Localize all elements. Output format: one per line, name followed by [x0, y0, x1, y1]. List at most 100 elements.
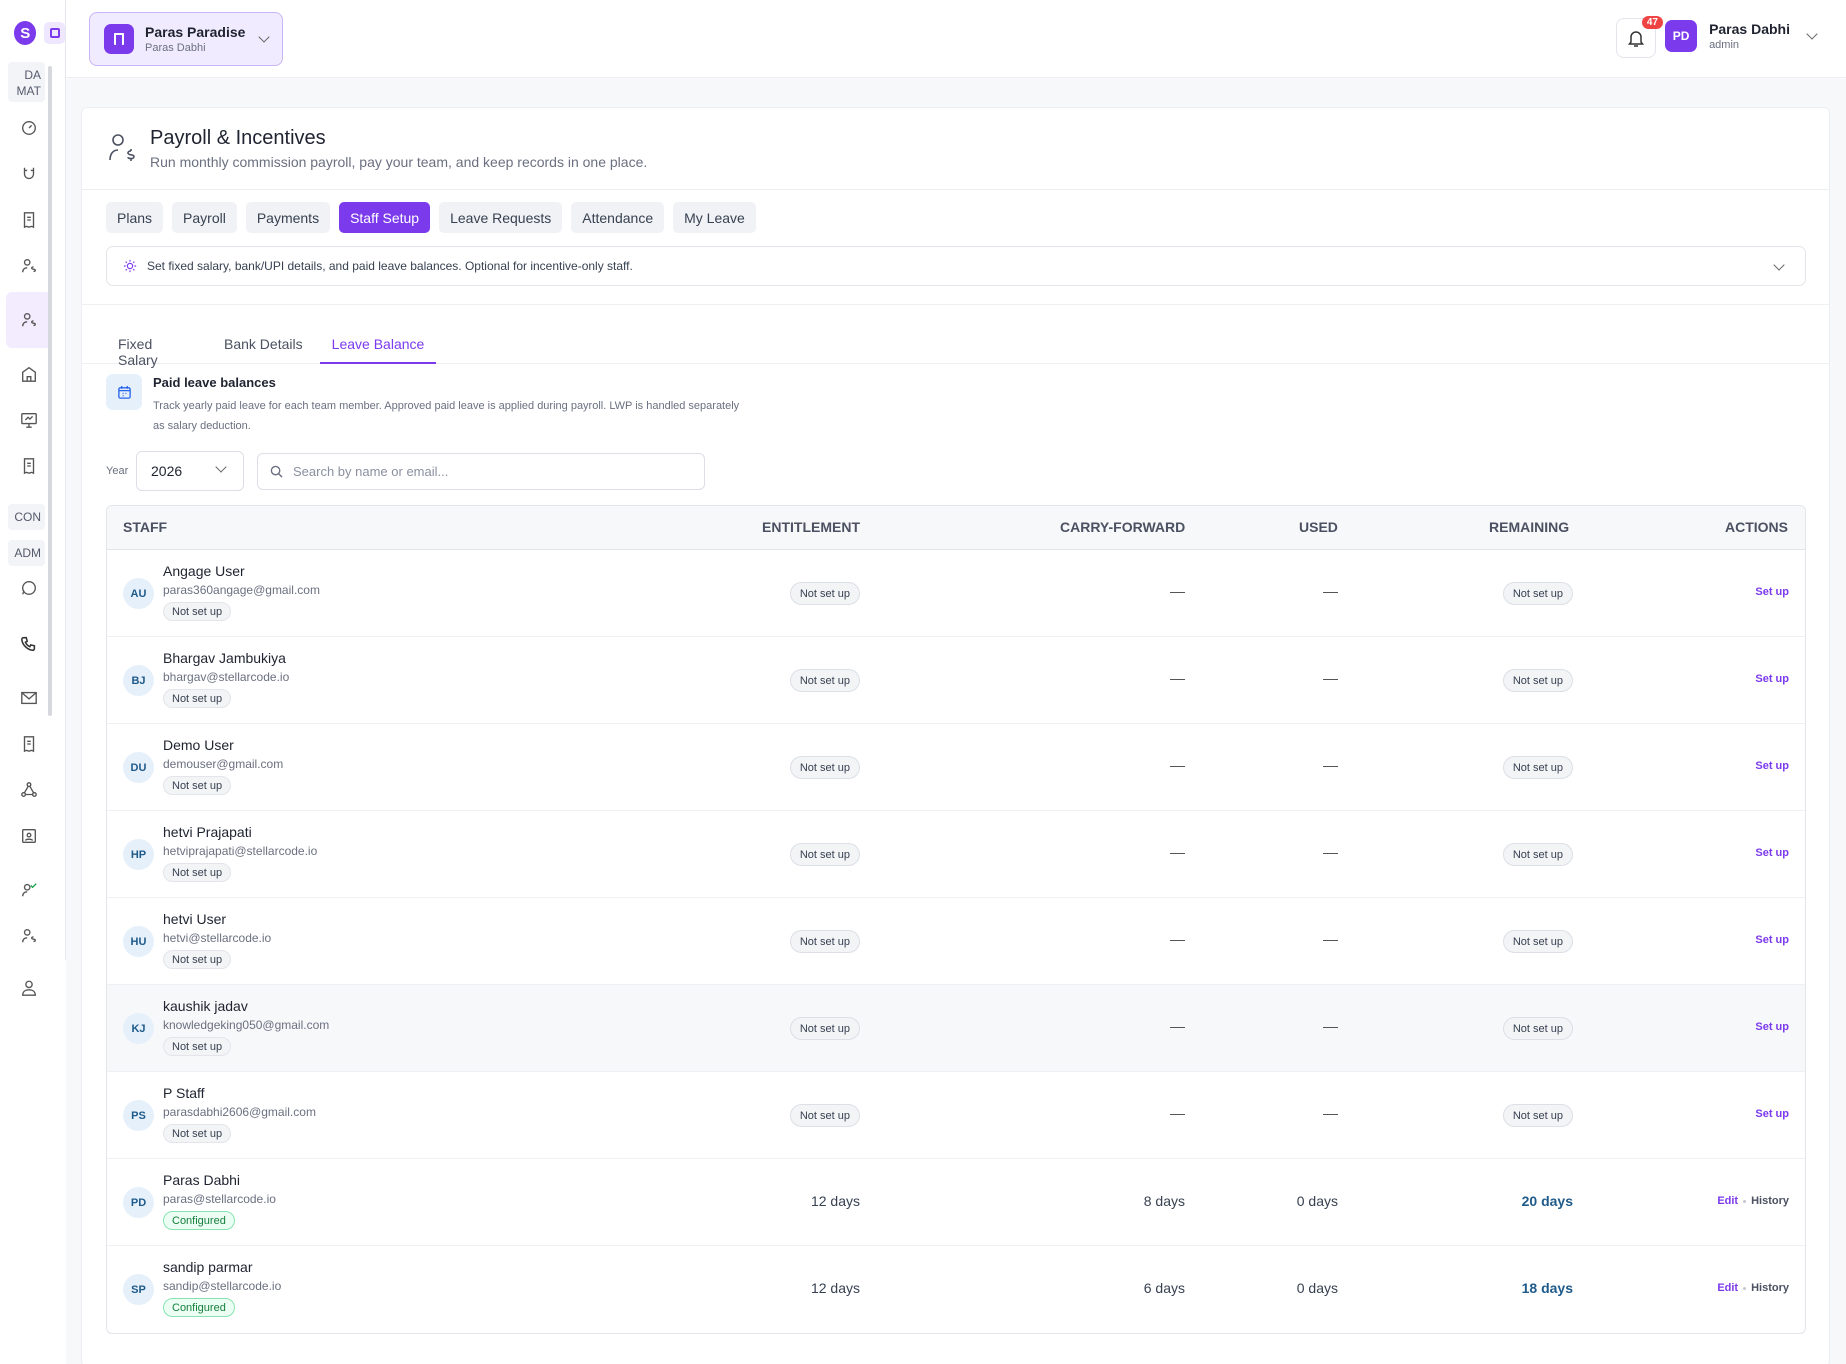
receipt-icon[interactable]	[6, 200, 52, 240]
staff-setup-hint[interactable]: Set fixed salary, bank/UPI details, and …	[106, 246, 1806, 286]
used-dash	[1323, 1027, 1338, 1028]
used-dash	[1323, 940, 1338, 941]
staff-email: knowledgeking050@gmail.com	[163, 1018, 330, 1032]
user-dollar-icon[interactable]	[6, 916, 52, 956]
year-select[interactable]: 2026	[136, 451, 244, 491]
tab-plans[interactable]: Plans	[106, 202, 164, 233]
magnet-icon[interactable]	[6, 154, 52, 194]
row-actions: Set up	[1755, 934, 1789, 946]
entitlement-pill: Not set up	[789, 843, 860, 866]
monitor-icon[interactable]	[6, 400, 52, 440]
user-check-icon[interactable]	[6, 870, 52, 910]
row-actions: Set up	[1755, 586, 1789, 598]
phone-icon[interactable]	[6, 624, 52, 664]
calendar-icon-box	[106, 374, 142, 410]
bell-icon	[1628, 31, 1644, 47]
header-used: USED	[1299, 519, 1338, 535]
subtab-leave-balance[interactable]: Leave Balance	[320, 326, 436, 364]
set-up-link[interactable]: Set up	[1755, 586, 1789, 598]
table-row: SP sandip parmar sandip@stellarcode.io Conf…	[107, 1246, 1805, 1333]
row-actions: Set up	[1755, 673, 1789, 685]
used-value: 0 days	[1296, 1193, 1338, 1209]
used-dash	[1323, 592, 1338, 593]
set-up-link[interactable]: Set up	[1755, 934, 1789, 946]
chevron-down-icon	[1806, 28, 1818, 40]
set-up-link[interactable]: Set up	[1755, 1021, 1789, 1033]
divider	[82, 304, 1829, 305]
status-badge: Configured	[163, 1211, 235, 1230]
dashboard-icon[interactable]	[6, 108, 52, 148]
header-actions: ACTIONS	[1725, 519, 1788, 535]
building-icon[interactable]	[6, 354, 52, 394]
staff-name: Angage User	[163, 563, 245, 579]
subtab-fixed-salary[interactable]: Fixed Salary	[118, 326, 194, 368]
set-up-link[interactable]: Set up	[1755, 673, 1789, 685]
profile-icon[interactable]	[6, 968, 52, 1008]
tab-leave-requests[interactable]: Leave Requests	[439, 202, 563, 233]
entitlement-pill: Not set up	[789, 582, 860, 605]
history-link[interactable]: History	[1751, 1282, 1789, 1294]
carry-forward-dash	[1170, 592, 1185, 593]
sidebar-collapse-button[interactable]	[44, 22, 65, 44]
workspace-owner: Paras Dabhi	[145, 42, 206, 54]
user-menu[interactable]: PD Paras Dabhi admin	[1665, 20, 1818, 52]
set-up-link[interactable]: Set up	[1755, 847, 1789, 859]
table-row: HU hetvi User hetvi@stellarcode.io Not set …	[107, 898, 1805, 985]
search-input[interactable]	[293, 464, 692, 479]
staff-name: sandip parmar	[163, 1259, 253, 1275]
whatsapp-icon[interactable]	[6, 568, 52, 608]
carry-forward-dash	[1170, 853, 1185, 854]
set-up-link[interactable]: Set up	[1755, 760, 1789, 772]
contacts-icon[interactable]	[6, 816, 52, 856]
used-value: 0 days	[1296, 1280, 1338, 1296]
chevron-down-icon	[258, 31, 270, 43]
staff-avatar: PS	[123, 1100, 154, 1131]
edit-link[interactable]: Edit	[1717, 1195, 1738, 1207]
row-actions: Set up	[1755, 1021, 1789, 1033]
status-badge: Configured	[163, 1298, 235, 1317]
history-link[interactable]: History	[1751, 1195, 1789, 1207]
staff-avatar: HU	[123, 926, 154, 957]
payroll-icon[interactable]	[6, 246, 52, 286]
carry-forward-value: 8 days	[1143, 1193, 1185, 1209]
tab-my-leave[interactable]: My Leave	[673, 202, 756, 233]
entitlement-value: 12 days	[810, 1193, 860, 1209]
document-icon[interactable]	[6, 446, 52, 486]
workspace-switcher[interactable]: Paras Paradise Paras Dabhi	[89, 12, 283, 66]
staff-avatar: SP	[123, 1274, 154, 1305]
header-carry-forward: CARRY-FORWARD	[1060, 519, 1186, 535]
calendar-icon	[117, 385, 131, 399]
staff-email: parasdabhi2606@gmail.com	[163, 1105, 316, 1119]
tab-attendance[interactable]: Attendance	[571, 202, 665, 233]
entitlement-pill: Not set up	[789, 756, 860, 779]
edit-link[interactable]: Edit	[1717, 1282, 1738, 1294]
entitlement-value: 12 days	[810, 1280, 860, 1296]
used-dash	[1323, 766, 1338, 767]
tab-payroll[interactable]: Payroll	[172, 202, 237, 233]
payroll-active-icon[interactable]	[6, 292, 52, 348]
mail-icon[interactable]	[6, 678, 52, 718]
status-badge: Not set up	[163, 1124, 232, 1143]
status-badge: Not set up	[163, 602, 232, 621]
set-up-link[interactable]: Set up	[1755, 1108, 1789, 1120]
staff-email: hetvi@stellarcode.io	[163, 931, 272, 945]
carry-forward-dash	[1170, 940, 1185, 941]
tab-staff-setup[interactable]: Staff Setup	[339, 202, 431, 233]
row-actions: Edit History	[1717, 1195, 1789, 1207]
main-tabs: Plans Payroll Payments Staff Setup Leave…	[106, 202, 756, 233]
remaining-value: 18 days	[1521, 1280, 1573, 1296]
header-remaining: REMAINING	[1489, 519, 1570, 535]
remaining-pill: Not set up	[1502, 1017, 1573, 1040]
staff-email: sandip@stellarcode.io	[163, 1279, 282, 1293]
hint-text: Set fixed salary, bank/UPI details, and …	[147, 259, 633, 273]
notifications-button[interactable]: 47	[1616, 16, 1663, 58]
section-description: Track yearly paid leave for each team me…	[153, 400, 740, 432]
network-icon[interactable]	[6, 770, 52, 810]
tab-payments[interactable]: Payments	[245, 202, 331, 233]
app-logo[interactable]: S	[14, 21, 37, 45]
row-actions: Edit History	[1717, 1282, 1789, 1294]
invoice-icon[interactable]	[6, 724, 52, 764]
subtab-bank-details[interactable]: Bank Details	[224, 326, 304, 364]
sidebar-scrollbar[interactable]	[48, 66, 52, 716]
staff-name: kaushik jadav	[163, 998, 248, 1014]
